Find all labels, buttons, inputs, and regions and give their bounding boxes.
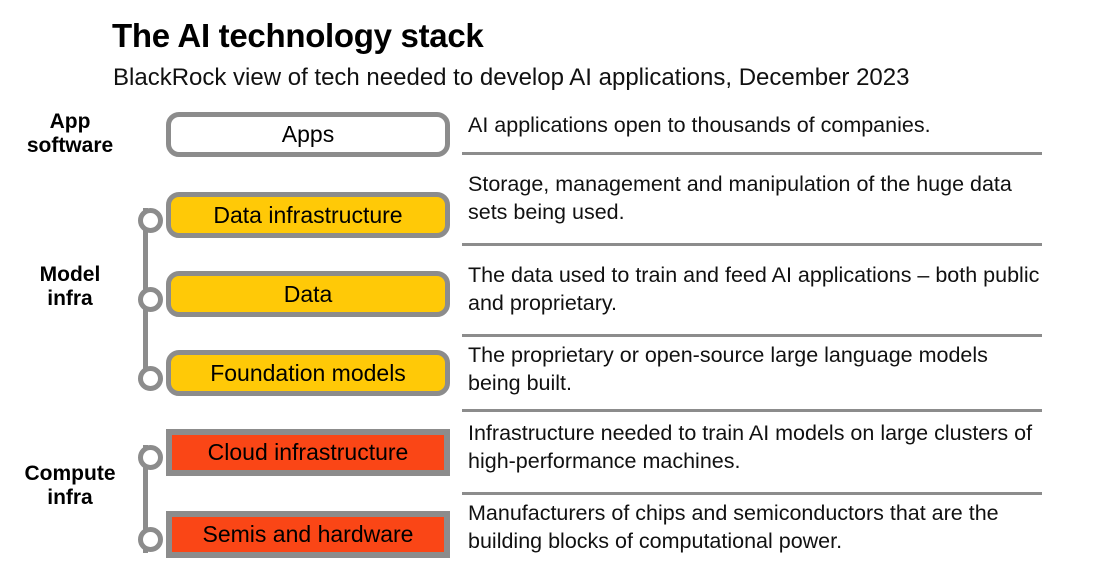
stack-box-foundation-models-label: Foundation models [210, 359, 406, 386]
stack-box-foundation-models[interactable]: Foundation models [166, 350, 450, 396]
description-data-infrastructure: Storage, management and manipulation of … [468, 172, 1012, 224]
page-subtitle: BlackRock view of tech needed to develop… [113, 64, 910, 91]
connector-node-data-infrastructure [138, 208, 184, 233]
group-label-app-software-line2: software [26, 133, 114, 157]
stack-box-cloud-infrastructure-label: Cloud infrastructure [207, 439, 409, 465]
group-label-compute-infra-line1: Compute [24, 462, 116, 485]
divider-3 [462, 334, 1042, 337]
description-foundation-models: The proprietary or open-source large lan… [468, 343, 988, 395]
group-label-model-infra-line2: infra [47, 286, 93, 310]
description-cloud-infrastructure: Infrastructure needed to train AI models… [468, 421, 1033, 473]
group-label-model-infra: Model infra [0, 263, 145, 310]
group-label-compute-infra-line2: infra [47, 485, 93, 509]
divider-5 [462, 492, 1042, 495]
stack-box-data[interactable]: Data [166, 271, 450, 317]
stack-box-cloud-infrastructure[interactable]: Cloud infrastructure [166, 429, 450, 476]
divider-2 [462, 243, 1042, 246]
divider-1 [462, 152, 1042, 155]
connector-node-foundation-models [138, 366, 184, 391]
group-label-compute-infra: Compute infra [0, 462, 145, 509]
description-data: The data used to train and feed AI appli… [468, 263, 1040, 315]
stack-box-semis-and-hardware-label: Semis and hardware [202, 521, 414, 547]
stack-box-data-infrastructure-label: Data infrastructure [213, 201, 403, 228]
stack-box-apps[interactable]: Apps [166, 112, 450, 157]
group-label-app-software-line1: App [49, 110, 91, 133]
description-apps: AI applications open to thousands of com… [468, 113, 931, 137]
connector-node-data [138, 287, 184, 312]
group-label-model-infra-line1: Model [39, 263, 101, 286]
connector-node-semis-and-hardware [138, 527, 184, 552]
description-semis-and-hardware: Manufacturers of chips and semiconductor… [468, 501, 999, 553]
ai-technology-stack-diagram: The AI technology stack BlackRock view o… [0, 0, 1094, 583]
page-title: The AI technology stack [112, 17, 484, 54]
divider-4 [462, 409, 1042, 412]
stack-box-semis-and-hardware[interactable]: Semis and hardware [166, 511, 450, 558]
group-label-app-software: App software [0, 110, 145, 157]
stack-box-data-infrastructure[interactable]: Data infrastructure [166, 192, 450, 238]
stack-box-apps-label: Apps [281, 121, 335, 147]
stack-box-data-label: Data [283, 280, 333, 307]
connector-node-cloud-infrastructure [138, 445, 184, 470]
